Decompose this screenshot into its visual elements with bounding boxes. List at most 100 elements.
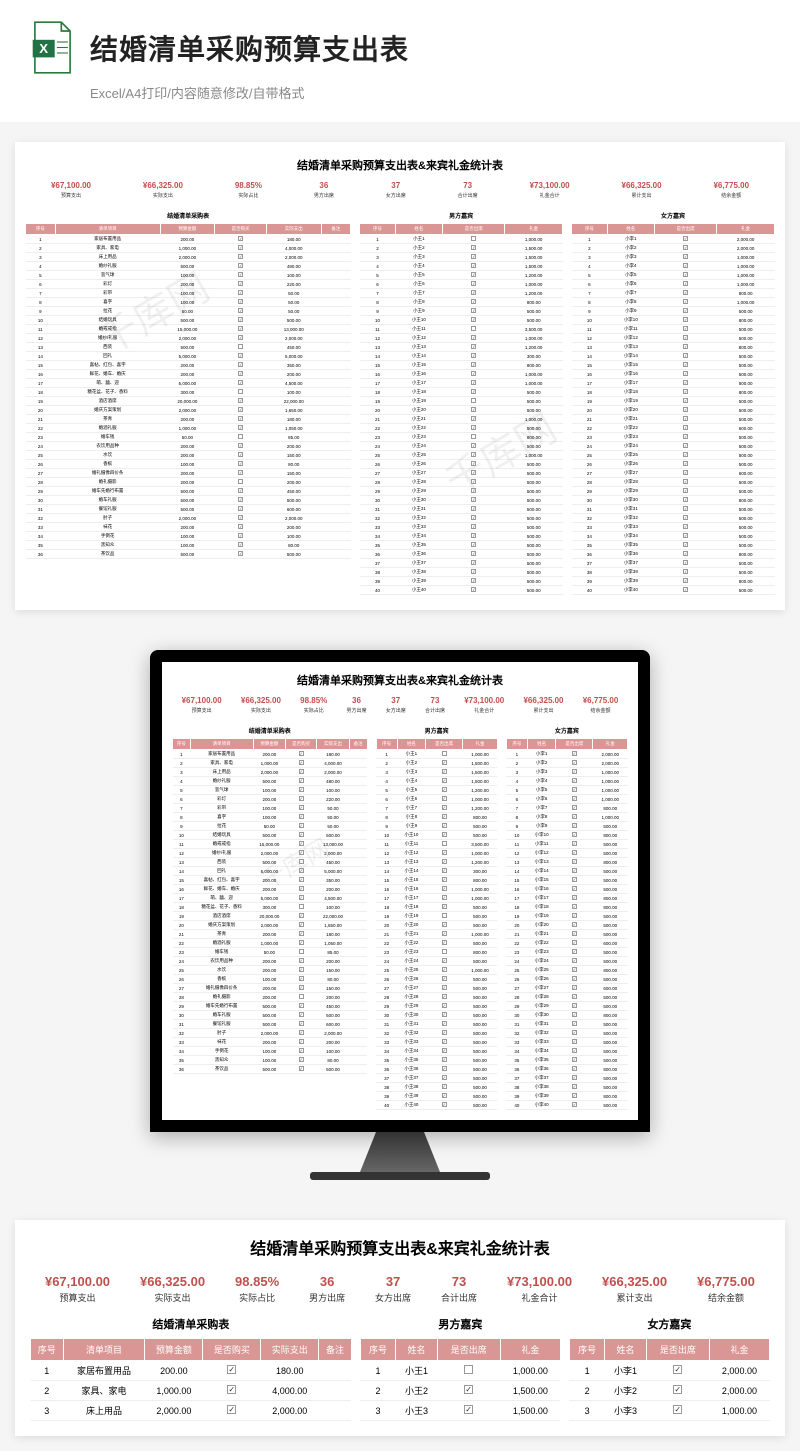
data-table: 序号姓名是否出席礼金1小王11,000.002小王21,500.003小王31,… xyxy=(376,738,498,1110)
checkbox-icon xyxy=(238,344,243,349)
spreadsheet-preview-top: 千库网 千库网 结婚清单采购预算支出表&来宾礼金统计表¥67,100.00预算支… xyxy=(15,142,785,610)
table-row: 38小王38500.00 xyxy=(360,568,563,577)
table-row: 20小李20500.00 xyxy=(506,921,627,930)
checkbox-icon xyxy=(471,308,476,313)
table-row: 11小李11500.00 xyxy=(572,325,775,334)
checkbox-icon xyxy=(442,985,447,990)
checkbox-icon xyxy=(238,335,243,340)
checkbox-icon xyxy=(299,1039,304,1044)
table-row: 30婚车礼服500.00500.00 xyxy=(173,1011,368,1020)
checkbox-icon xyxy=(572,778,577,783)
checkbox-icon xyxy=(471,245,476,250)
checkbox-icon xyxy=(683,461,688,466)
checkbox-icon xyxy=(442,1048,447,1053)
table-row: 25小王251,000.00 xyxy=(376,966,497,975)
checkbox-icon xyxy=(683,542,688,547)
summary-label: 结余金额 xyxy=(713,192,749,199)
summary-value: ¥73,100.00 xyxy=(530,181,570,190)
table-row: 36小王36500.00 xyxy=(360,550,563,559)
table-header: 是否出席 xyxy=(556,739,593,750)
checkbox-icon xyxy=(683,551,688,556)
checkbox-icon xyxy=(572,886,577,891)
table-caption: 结婚清单采购表 xyxy=(172,726,368,735)
table-row: 5小李51,000.00 xyxy=(506,786,627,795)
table-row: 33小王33500.00 xyxy=(360,523,563,532)
checkbox-icon xyxy=(442,958,447,963)
table-header: 是否购买 xyxy=(215,224,267,235)
table-row: 24小王24500.00 xyxy=(360,442,563,451)
checkbox-icon xyxy=(683,479,688,484)
checkbox-icon xyxy=(683,506,688,511)
checkbox-icon xyxy=(442,1012,447,1017)
table-row: 9拉花50.0050.00 xyxy=(26,307,351,316)
table-row: 21茶青200.00180.00 xyxy=(173,930,368,939)
checkbox-icon xyxy=(299,1003,304,1008)
summary-label: 实际支出 xyxy=(140,1291,205,1304)
table-row: 12小李12500.00 xyxy=(506,849,627,858)
table-row: 18糖花盆、花子、香料300.00100.00 xyxy=(26,388,351,397)
table-row: 36小李36800.00 xyxy=(572,550,775,559)
checkbox-icon xyxy=(471,569,476,574)
checkbox-icon xyxy=(572,850,577,855)
table-row: 16小李16500.00 xyxy=(506,885,627,894)
table-row: 4小王41,500.00 xyxy=(360,262,563,271)
summary-label: 预算支出 xyxy=(51,192,91,199)
table-row: 35黑知众100.0080.00 xyxy=(173,1056,368,1065)
checkbox-icon xyxy=(238,362,243,367)
checkbox-icon xyxy=(572,877,577,882)
checkbox-icon xyxy=(442,1075,447,1080)
table-row: 1小王11,000.00 xyxy=(360,1361,560,1381)
checkbox-icon xyxy=(442,1093,447,1098)
checkbox-icon xyxy=(572,895,577,900)
page-title: 结婚清单采购预算支出表 xyxy=(90,28,409,68)
checkbox-icon xyxy=(471,515,476,520)
table-row: 2小李22,000.00 xyxy=(569,1381,769,1401)
checkbox-icon xyxy=(683,236,688,241)
checkbox-icon xyxy=(299,913,304,918)
checkbox-icon xyxy=(471,353,476,358)
checkbox-icon xyxy=(572,832,577,837)
table-row: 21茶青200.00180.00 xyxy=(26,415,351,424)
table-row: 36小李36800.00 xyxy=(506,1065,627,1074)
checkbox-icon xyxy=(683,254,688,259)
table-row: 11小王113,500.00 xyxy=(360,325,563,334)
table-row: 32肘子2,000.002,000.00 xyxy=(26,514,351,523)
table-row: 3小李31,000.00 xyxy=(569,1401,769,1421)
summary-label: 礼金合计 xyxy=(507,1291,572,1304)
checkbox-icon xyxy=(572,985,577,990)
table-header: 预算金额 xyxy=(160,224,214,235)
checkbox-icon xyxy=(442,949,447,954)
checkbox-icon xyxy=(471,551,476,556)
table-header: 是否出席 xyxy=(437,1339,500,1361)
checkbox-icon xyxy=(442,1066,447,1071)
checkbox-icon xyxy=(442,886,447,891)
table-row: 1小李12,000.00 xyxy=(572,235,775,244)
checkbox-icon xyxy=(238,542,243,547)
checkbox-icon xyxy=(471,578,476,583)
table-row: 1家居布置用品200.00180.00 xyxy=(31,1361,352,1381)
checkbox-icon xyxy=(238,317,243,322)
table-row: 40小李40500.00 xyxy=(506,1101,627,1110)
data-table: 序号清单项目预算金额是否购买实际支出备注1家居布置用品200.00180.002… xyxy=(25,223,351,559)
checkbox-icon xyxy=(442,787,447,792)
table-row: 10小王10500.00 xyxy=(376,831,497,840)
checkbox-icon xyxy=(572,976,577,981)
table-row: 28小李28500.00 xyxy=(506,993,627,1002)
checkbox-icon xyxy=(442,1003,447,1008)
summary-value: ¥73,100.00 xyxy=(507,1274,572,1289)
checkbox-icon xyxy=(299,814,304,819)
checkbox-icon xyxy=(471,497,476,502)
table-row: 3床上用品2,000.002,000.00 xyxy=(26,253,351,262)
summary-item: ¥6,775.00结余金额 xyxy=(713,181,749,199)
table-row: 15喜帖、红包、喜字200.00350.00 xyxy=(26,361,351,370)
checkbox-icon xyxy=(299,994,304,999)
checkbox-icon xyxy=(299,1030,304,1035)
table-header: 礼金 xyxy=(505,224,563,235)
checkbox-icon xyxy=(471,488,476,493)
table-row: 33小王33500.00 xyxy=(376,1038,497,1047)
purchase-table-group: 结婚清单采购表序号清单项目预算金额是否购买实际支出备注1家居布置用品200.00… xyxy=(30,1316,352,1421)
table-row: 18糖花盆、花子、香料300.00100.00 xyxy=(173,903,368,912)
summary-item: ¥66,325.00实际支出 xyxy=(143,181,183,199)
checkbox-icon xyxy=(238,380,243,385)
table-header: 序号 xyxy=(26,224,56,235)
